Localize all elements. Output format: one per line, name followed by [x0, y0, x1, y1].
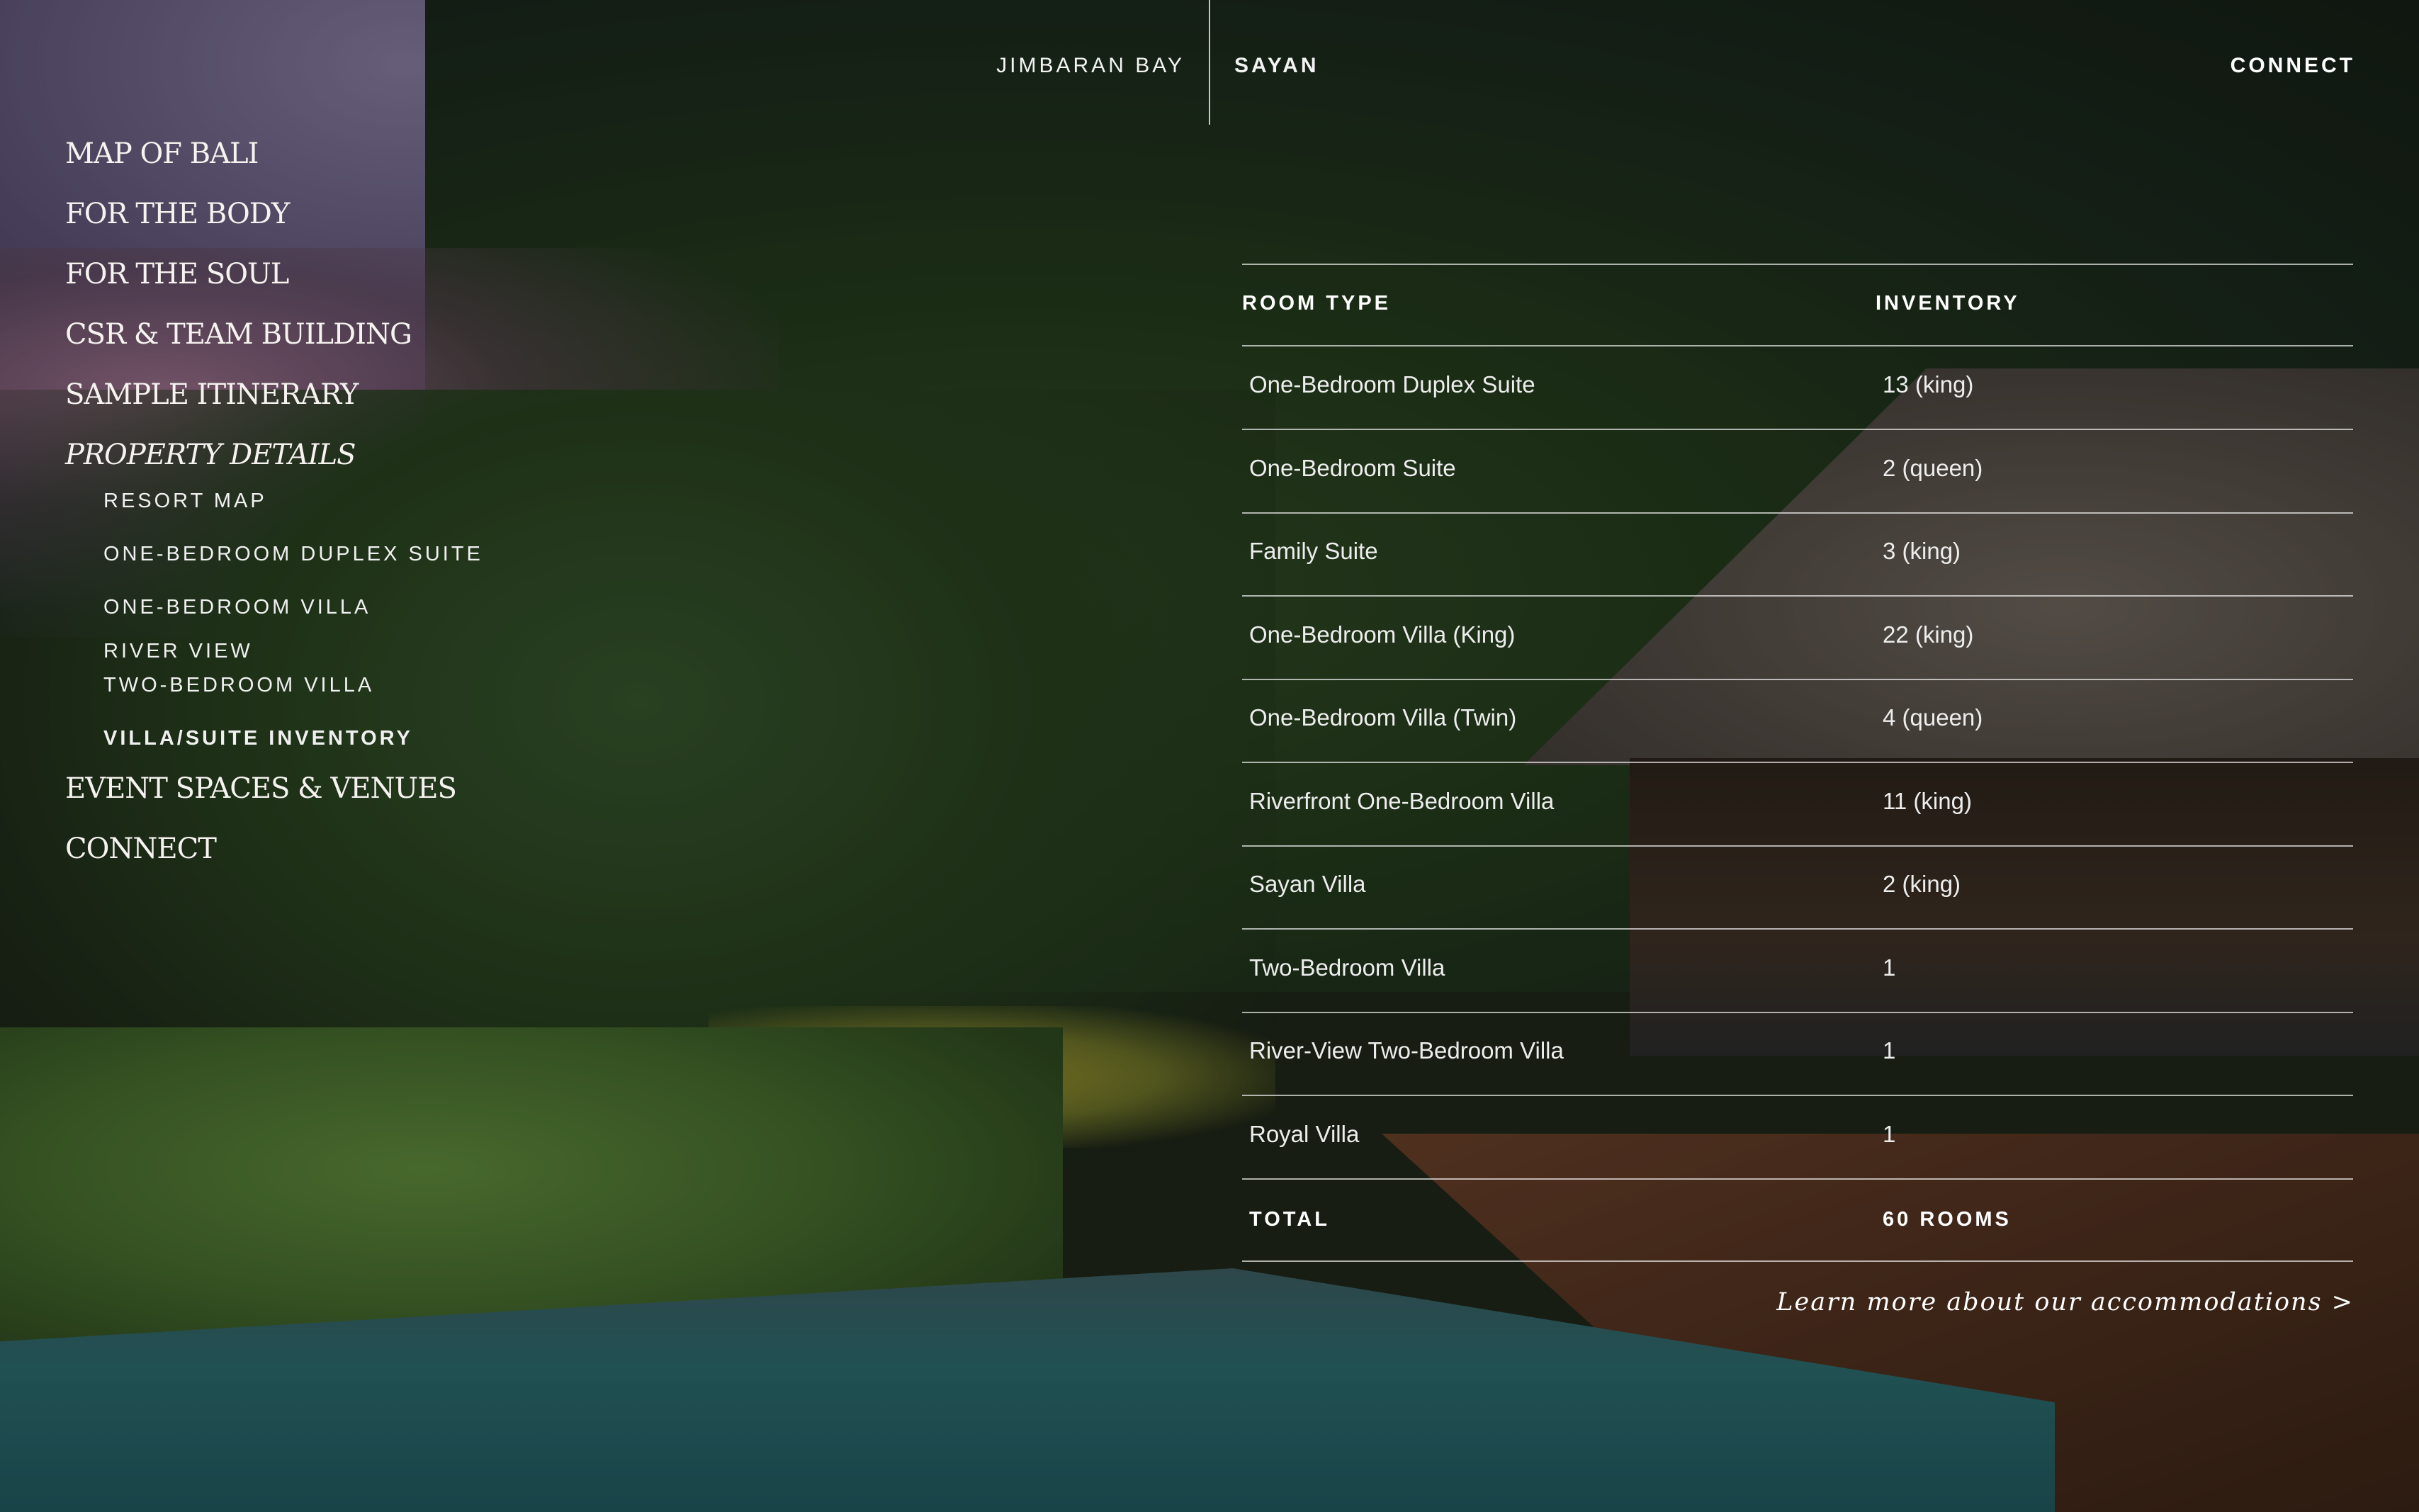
table-rule: [1242, 1095, 2353, 1096]
top-navigation: JIMBARAN BAY SAYAN CONNECT: [0, 0, 2419, 125]
row-inventory: 1: [1883, 1121, 1896, 1147]
row-inventory: 4 (queen): [1883, 704, 1983, 730]
sidebar-nav: MAP OF BALI FOR THE BODY FOR THE SOUL CS…: [65, 124, 483, 879]
row-room-type: One-Bedroom Duplex Suite: [1249, 371, 1535, 397]
row-inventory: 22 (king): [1883, 621, 1974, 648]
table-rule: [1242, 1178, 2353, 1180]
total-label: TOTAL: [1249, 1208, 1330, 1231]
sidebar-subitem-one-bedroom-duplex-suite[interactable]: ONE-BEDROOM DUPLEX SUITE: [103, 528, 483, 581]
header-room-type: ROOM TYPE: [1242, 292, 1392, 315]
table-rule: [1242, 1260, 2353, 1262]
sidebar-item-map-of-bali[interactable]: MAP OF BALI: [65, 124, 483, 184]
table-rule: [1242, 595, 2353, 597]
row-inventory: 1: [1883, 1037, 1896, 1064]
row-room-type: Riverfront One-Bedroom Villa: [1249, 788, 1555, 814]
table-rule: [1242, 345, 2353, 346]
row-room-type: One-Bedroom Suite: [1249, 455, 1456, 481]
row-room-type: One-Bedroom Villa (King): [1249, 621, 1516, 648]
sidebar-subitem-villa-suite-inventory[interactable]: VILLA/SUITE INVENTORY: [103, 702, 483, 759]
table-rule: [1242, 679, 2353, 680]
sidebar-item-event-spaces-venues[interactable]: EVENT SPACES & VENUES: [65, 759, 483, 819]
sidebar-item-for-the-body[interactable]: FOR THE BODY: [65, 184, 483, 244]
sidebar-subitem-two-bedroom-villa[interactable]: TWO-BEDROOM VILLA: [103, 668, 483, 702]
row-inventory: 3 (king): [1883, 538, 1961, 564]
table-rule: [1242, 512, 2353, 514]
total-value: 60 ROOMS: [1883, 1208, 2012, 1231]
table-rule: [1242, 928, 2353, 930]
table-rule: [1242, 264, 2353, 265]
sidebar-item-connect[interactable]: CONNECT: [65, 819, 483, 879]
sidebar-item-sample-itinerary[interactable]: SAMPLE ITINERARY: [65, 365, 483, 425]
row-inventory: 2 (king): [1883, 871, 1961, 897]
sidebar-item-csr-team-building[interactable]: CSR & TEAM BUILDING: [65, 305, 483, 365]
row-room-type: Two-Bedroom Villa: [1249, 954, 1445, 981]
row-inventory: 2 (queen): [1883, 455, 1983, 481]
location-tab-sayan[interactable]: SAYAN: [1234, 54, 1319, 78]
row-room-type: Royal Villa: [1249, 1121, 1360, 1147]
table-rule: [1242, 1012, 2353, 1013]
table-rule: [1242, 429, 2353, 430]
sidebar-item-for-the-soul[interactable]: FOR THE SOUL: [65, 244, 483, 305]
sidebar-subitem-one-bedroom-villa[interactable]: ONE-BEDROOM VILLA: [103, 581, 483, 634]
connect-link[interactable]: CONNECT: [2231, 54, 2355, 78]
row-inventory: 13 (king): [1883, 371, 1974, 397]
header-inventory: INVENTORY: [1876, 292, 2020, 315]
row-room-type: Family Suite: [1249, 538, 1378, 564]
location-divider: [1209, 0, 1210, 125]
sidebar-subitem-river-view[interactable]: RIVER VIEW: [103, 634, 483, 668]
row-inventory: 1: [1883, 954, 1896, 981]
row-room-type: Sayan Villa: [1249, 871, 1366, 897]
row-room-type: River-View Two-Bedroom Villa: [1249, 1037, 1564, 1064]
row-inventory: 11 (king): [1883, 788, 1972, 814]
row-room-type: One-Bedroom Villa (Twin): [1249, 704, 1517, 730]
learn-more-link[interactable]: Learn more about our accommodations >: [1776, 1288, 2354, 1316]
table-rule: [1242, 762, 2353, 763]
location-tab-jimbaran-bay[interactable]: JIMBARAN BAY: [996, 54, 1185, 78]
sidebar-item-property-details[interactable]: PROPERTY DETAILS: [65, 425, 483, 475]
table-rule: [1242, 845, 2353, 847]
sidebar-subitem-resort-map[interactable]: RESORT MAP: [103, 475, 483, 528]
